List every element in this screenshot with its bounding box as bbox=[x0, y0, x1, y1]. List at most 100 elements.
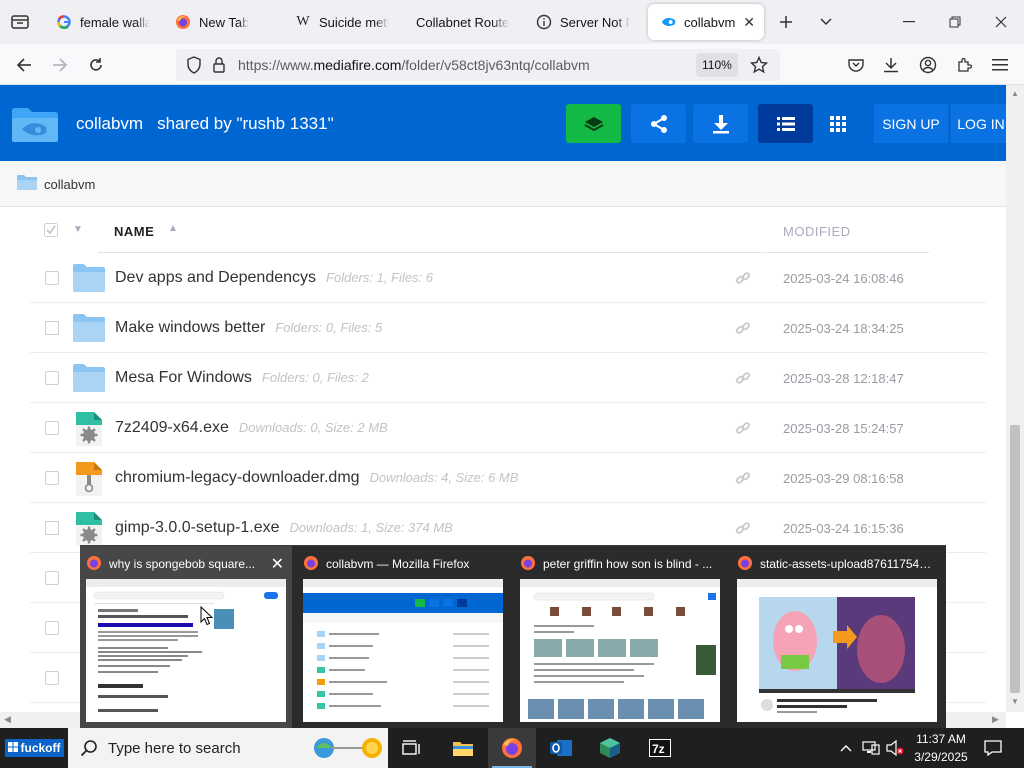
scroll-left-icon[interactable]: ◀ bbox=[4, 714, 11, 725]
folder-row[interactable]: Mesa For Windows Folders: 0, Files: 2 2025… bbox=[30, 353, 986, 403]
url-bar[interactable]: https://www.mediafire.com/folder/v58ct8j… bbox=[176, 49, 780, 81]
firefox-view-icon[interactable] bbox=[8, 10, 32, 34]
item-name-link[interactable]: chromium-legacy-downloader.dmg Downloads:… bbox=[115, 469, 518, 487]
scrollbar-thumb[interactable] bbox=[1010, 425, 1020, 693]
name-column-header[interactable]: NAME ▲ bbox=[98, 207, 766, 253]
row-checkbox[interactable] bbox=[45, 371, 59, 385]
breadcrumb-folder-link[interactable]: collabvm bbox=[44, 177, 95, 192]
tab-wikipedia[interactable]: W Suicide metho bbox=[283, 4, 401, 40]
url-text[interactable]: https://www.mediafire.com/folder/v58ct8j… bbox=[238, 57, 590, 73]
preview-header: static-assets-upload8761175475... bbox=[737, 555, 937, 573]
back-icon[interactable] bbox=[11, 52, 37, 78]
row-checkbox[interactable] bbox=[45, 471, 59, 485]
modified-date: 2025-03-28 12:18:47 bbox=[783, 371, 904, 386]
task-view-icon[interactable] bbox=[388, 728, 436, 768]
vertical-scrollbar[interactable]: ▲ ▼ bbox=[1006, 85, 1024, 712]
copy-link-icon[interactable] bbox=[735, 270, 751, 286]
firefox-icon bbox=[520, 555, 536, 573]
mediafire-icon bbox=[660, 14, 676, 30]
save-to-account-button[interactable] bbox=[566, 104, 621, 143]
firefox-taskbar-icon[interactable] bbox=[488, 728, 536, 768]
window-preview-static-assets[interactable]: static-assets-upload8761175475... bbox=[731, 546, 943, 729]
share-button[interactable] bbox=[631, 104, 686, 143]
taskbar-search-box[interactable]: Type here to search bbox=[68, 728, 388, 768]
file-list-header: ▼ NAME ▲ MODIFIED bbox=[0, 207, 1006, 253]
show-hidden-icons-chevron-up-icon[interactable] bbox=[836, 728, 856, 768]
chevron-down-icon[interactable] bbox=[814, 10, 838, 34]
mediafire-header: collabvm shared by "rushb 1331" SIGN UP L… bbox=[0, 85, 1011, 161]
bookmark-star-icon[interactable] bbox=[749, 55, 769, 79]
grid-view-button[interactable] bbox=[810, 104, 865, 143]
item-name-link[interactable]: Make windows better Folders: 0, Files: 5 bbox=[115, 319, 382, 337]
close-tab-icon[interactable]: ✕ bbox=[743, 14, 755, 31]
folder-row[interactable]: Dev apps and Dependencys Folders: 1, File… bbox=[30, 253, 986, 303]
menu-hamburger-icon[interactable] bbox=[987, 52, 1013, 78]
firefox-icon bbox=[303, 555, 319, 573]
scroll-up-icon[interactable]: ▲ bbox=[1011, 89, 1019, 98]
download-folder-button[interactable] bbox=[693, 104, 748, 143]
row-checkbox[interactable] bbox=[45, 321, 59, 335]
scroll-right-icon[interactable]: ▶ bbox=[992, 714, 999, 725]
copy-link-icon[interactable] bbox=[735, 470, 751, 486]
3d-app-icon[interactable] bbox=[586, 728, 634, 768]
copy-link-icon[interactable] bbox=[735, 320, 751, 336]
row-checkbox[interactable] bbox=[45, 621, 59, 635]
tab-collabnet-router[interactable]: Collabnet Router bbox=[404, 4, 522, 40]
shield-icon[interactable] bbox=[186, 56, 202, 79]
file-explorer-icon[interactable] bbox=[439, 728, 487, 768]
tab-title: Collabnet Router bbox=[416, 14, 510, 30]
forward-icon[interactable] bbox=[47, 52, 73, 78]
tab-server-not-found[interactable]: Server Not Fo bbox=[524, 4, 642, 40]
network-icon[interactable] bbox=[860, 728, 882, 768]
modified-column-header[interactable]: MODIFIED bbox=[767, 207, 929, 253]
row-checkbox[interactable] bbox=[45, 521, 59, 535]
row-checkbox[interactable] bbox=[45, 571, 59, 585]
copy-link-icon[interactable] bbox=[735, 520, 751, 536]
reload-icon[interactable] bbox=[83, 52, 109, 78]
row-checkbox[interactable] bbox=[45, 271, 59, 285]
sign-up-button[interactable]: SIGN UP bbox=[874, 104, 948, 143]
row-checkbox[interactable] bbox=[45, 421, 59, 435]
pocket-icon[interactable] bbox=[843, 52, 869, 78]
copy-link-icon[interactable] bbox=[735, 370, 751, 386]
restore-icon[interactable] bbox=[932, 0, 978, 44]
tab-collabvm[interactable]: collabvm ✕ bbox=[648, 4, 764, 40]
item-name-link[interactable]: Mesa For Windows Folders: 0, Files: 2 bbox=[115, 369, 369, 387]
window-preview-spongebob[interactable]: why is spongebob square... ✕ bbox=[80, 546, 292, 729]
close-preview-icon[interactable]: ✕ bbox=[271, 554, 284, 574]
folder-row[interactable]: Make windows better Folders: 0, Files: 5 2… bbox=[30, 303, 986, 353]
notifications-icon[interactable] bbox=[978, 728, 1008, 768]
copy-link-icon[interactable] bbox=[735, 420, 751, 436]
row-checkbox[interactable] bbox=[45, 671, 59, 685]
item-name-link[interactable]: gimp-3.0.0-setup-1.exe Downloads: 1, Size… bbox=[115, 519, 453, 537]
scroll-down-icon[interactable]: ▼ bbox=[1011, 697, 1019, 706]
log-in-button[interactable]: LOG IN bbox=[951, 104, 1011, 143]
selection-menu-caret-icon[interactable]: ▼ bbox=[73, 224, 83, 235]
extensions-icon[interactable] bbox=[951, 52, 977, 78]
file-row[interactable]: 7z2409-x64.exe Downloads: 0, Size: 2 MB 20… bbox=[30, 403, 986, 453]
download-icon[interactable] bbox=[878, 52, 904, 78]
item-name-link[interactable]: 7z2409-x64.exe Downloads: 0, Size: 2 MB bbox=[115, 419, 388, 437]
minimize-icon[interactable] bbox=[886, 0, 932, 44]
file-row[interactable]: chromium-legacy-downloader.dmg Downloads:… bbox=[30, 453, 986, 503]
select-all-checkbox[interactable] bbox=[44, 223, 58, 237]
window-preview-peter-griffin[interactable]: peter griffin how son is blind - ... bbox=[514, 546, 726, 729]
7zip-icon[interactable]: 7z bbox=[636, 728, 684, 768]
volume-muted-icon[interactable] bbox=[884, 728, 906, 768]
firefox-icon bbox=[86, 555, 102, 573]
account-icon[interactable] bbox=[915, 52, 941, 78]
tab-new-tab[interactable]: New Tab bbox=[163, 4, 281, 40]
system-clock[interactable]: 11:37 AM 3/29/2025 bbox=[908, 730, 974, 766]
start-button[interactable]: fuckoff bbox=[0, 728, 68, 768]
outlook-icon[interactable] bbox=[537, 728, 585, 768]
new-tab-icon[interactable] bbox=[774, 10, 798, 34]
start-label: fuckoff bbox=[4, 739, 64, 757]
close-window-icon[interactable] bbox=[978, 0, 1024, 44]
tab-google[interactable]: female wallace bbox=[44, 4, 162, 40]
list-view-button[interactable] bbox=[758, 104, 813, 143]
item-name-link[interactable]: Dev apps and Dependencys Folders: 1, File… bbox=[115, 269, 433, 287]
lock-icon[interactable] bbox=[212, 56, 226, 79]
search-placeholder: Type here to search bbox=[108, 740, 241, 757]
zoom-level-button[interactable]: 110% bbox=[696, 53, 738, 77]
window-preview-collabvm[interactable]: collabvm — Mozilla Firefox bbox=[297, 546, 509, 729]
